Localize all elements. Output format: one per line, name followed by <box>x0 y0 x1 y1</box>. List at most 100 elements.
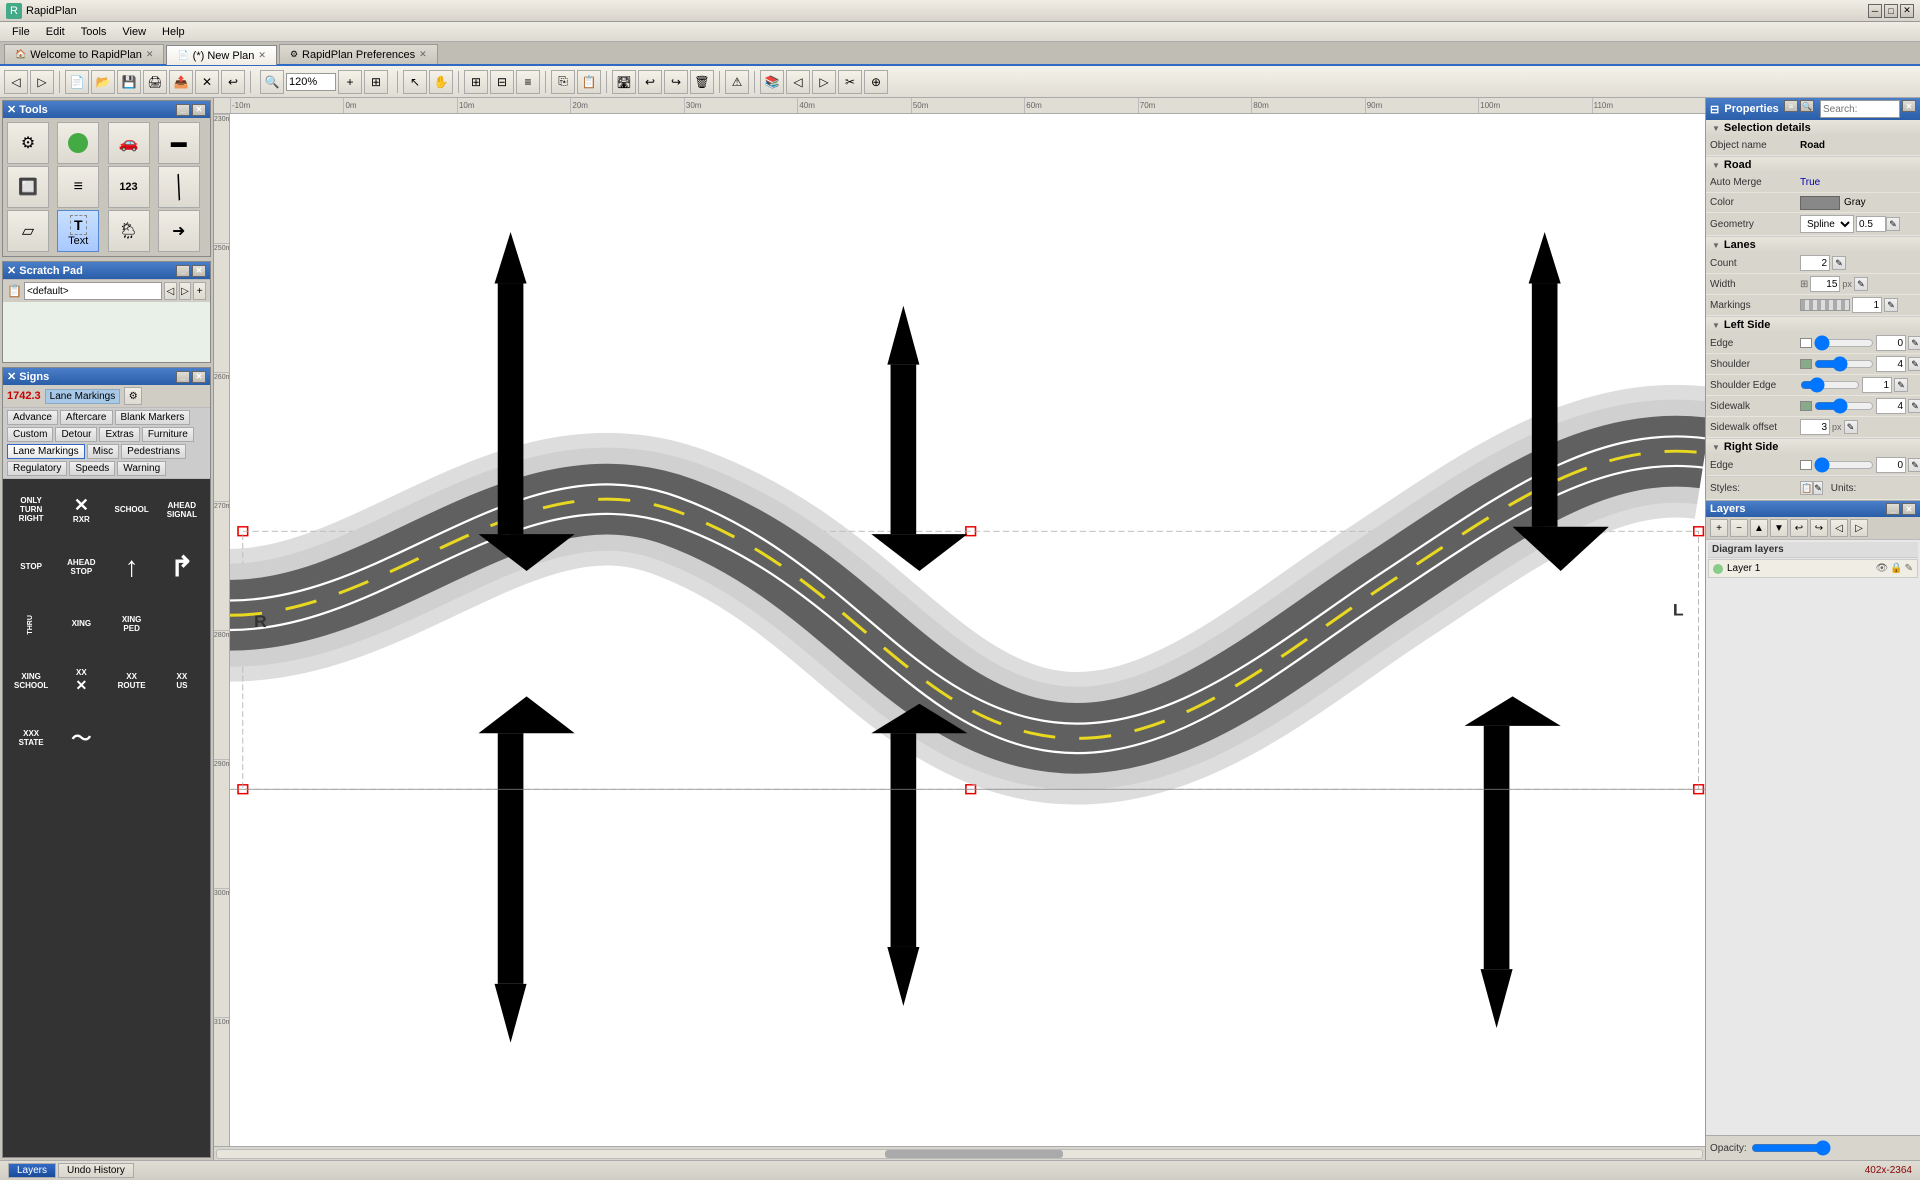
scrollbar-horizontal[interactable] <box>214 1146 1705 1160</box>
tool-weather[interactable]: 🌦 <box>108 210 150 252</box>
zoom-fit[interactable]: ⊞ <box>364 70 388 94</box>
right-edge-color-btn[interactable] <box>1800 460 1812 470</box>
markings-input[interactable] <box>1852 297 1882 313</box>
tool-arrow[interactable]: ➜ <box>158 210 200 252</box>
scratch-back[interactable]: ◁ <box>164 282 177 300</box>
sign-rxr[interactable]: ✕ RXR <box>57 483 105 538</box>
toolbar-close[interactable]: ✕ <box>195 70 219 94</box>
close-welcome-tab[interactable]: ✕ <box>146 49 154 60</box>
toolbar-more1[interactable]: ◁ <box>786 70 810 94</box>
sidewalk-offset-edit-btn[interactable]: ✎ <box>1844 420 1858 434</box>
signs-tab-extras[interactable]: Extras <box>99 427 139 442</box>
toolbar-delete[interactable]: 🗑 <box>690 70 714 94</box>
layer-up[interactable]: ▲ <box>1750 519 1768 537</box>
scratch-panel-minimize[interactable]: _ <box>176 265 190 277</box>
maximize-button[interactable]: □ <box>1884 4 1898 18</box>
props-toolbar-btn1[interactable]: ≡ <box>1784 100 1798 112</box>
tool-line[interactable]: ╱ <box>158 166 200 208</box>
toolbar-back[interactable]: ◁ <box>4 70 28 94</box>
width-input[interactable] <box>1810 276 1840 292</box>
layers-panel-minimize[interactable]: _ <box>1886 503 1900 515</box>
toolbar-more2[interactable]: ▷ <box>812 70 836 94</box>
sign-empty[interactable] <box>158 597 206 652</box>
layer-edit-icon[interactable]: ✎ <box>1905 563 1913 574</box>
left-edge-edit-btn[interactable]: ✎ <box>1908 336 1920 350</box>
status-tab-undo[interactable]: Undo History <box>58 1163 134 1178</box>
right-edge-slider[interactable] <box>1814 460 1874 470</box>
styles-btn2[interactable]: ✎ <box>1813 481 1823 495</box>
signs-tab-advance[interactable]: Advance <box>7 410 58 425</box>
toolbar-save[interactable]: 💾 <box>117 70 141 94</box>
tool-lane[interactable]: ≡ <box>57 166 99 208</box>
sign-xing-ped[interactable]: XINGPED <box>108 597 156 652</box>
signs-tab-blank[interactable]: Blank Markers <box>115 410 191 425</box>
shoulder-slider[interactable] <box>1814 359 1874 369</box>
shoulder-edge-slider[interactable] <box>1800 380 1860 390</box>
zoom-in[interactable]: + <box>338 70 362 94</box>
layer-down[interactable]: ▼ <box>1770 519 1788 537</box>
sign-xx-route[interactable]: XXROUTE <box>108 654 156 709</box>
layer-1-item[interactable]: Layer 1 👁 🔒 ✎ <box>1708 559 1918 578</box>
sign-ahead-signal[interactable]: AHEADSIGNAL <box>158 483 206 538</box>
shoulder-color-btn[interactable] <box>1800 359 1812 369</box>
scratch-panel-close[interactable]: ✕ <box>192 265 206 277</box>
close-new-plan-tab[interactable]: ✕ <box>258 50 266 61</box>
sign-stop[interactable]: STOP <box>7 540 55 595</box>
signs-tab-warning[interactable]: Warning <box>117 461 166 476</box>
layer-undo[interactable]: ↩ <box>1790 519 1808 537</box>
signs-tab-misc[interactable]: Misc <box>87 444 120 459</box>
sign-school[interactable]: SCHOOL <box>108 483 156 538</box>
sidewalk-offset-input[interactable] <box>1800 419 1830 435</box>
toolbar-more3[interactable]: ⊕ <box>864 70 888 94</box>
toolbar-redo[interactable]: ↪ <box>664 70 688 94</box>
count-input[interactable] <box>1800 255 1830 271</box>
tool-barrier[interactable]: ▬ <box>158 122 200 164</box>
layer-delete[interactable]: − <box>1730 519 1748 537</box>
geometry-edit-btn[interactable]: ✎ <box>1886 217 1900 231</box>
toolbar-pointer[interactable]: ↖ <box>403 70 427 94</box>
close-preferences-tab[interactable]: ✕ <box>419 49 427 60</box>
menu-tools[interactable]: Tools <box>73 24 115 40</box>
toolbar-print[interactable]: 🖨 <box>143 70 167 94</box>
tools-panel-minimize[interactable]: _ <box>176 104 190 116</box>
zoom-input[interactable] <box>286 73 336 91</box>
toolbar-layers[interactable]: 📚 <box>760 70 784 94</box>
toolbar-undo[interactable]: ↩ <box>638 70 662 94</box>
tool-area[interactable]: 🔲 <box>7 166 49 208</box>
edge-slider[interactable] <box>1814 338 1874 348</box>
sign-xing-school[interactable]: XINGSCHOOL <box>7 654 55 709</box>
toolbar-pan[interactable]: ✋ <box>429 70 453 94</box>
sidewalk-color-btn[interactable] <box>1800 401 1812 411</box>
toolbar-grid[interactable]: ⊞ <box>464 70 488 94</box>
toolbar-align[interactable]: ≡ <box>516 70 540 94</box>
layer-more2[interactable]: ▷ <box>1850 519 1868 537</box>
shoulder-edge-input[interactable] <box>1862 377 1892 393</box>
properties-search[interactable] <box>1820 100 1900 118</box>
tab-welcome[interactable]: 🏠 Welcome to RapidPlan ✕ <box>4 44 164 64</box>
shoulder-edit-btn[interactable]: ✎ <box>1908 357 1920 371</box>
toolbar-open[interactable]: 📂 <box>91 70 115 94</box>
toolbar-new[interactable]: 📄 <box>65 70 89 94</box>
toolbar-cut[interactable]: ✂ <box>838 70 862 94</box>
close-button[interactable]: ✕ <box>1900 4 1914 18</box>
signs-tab-pedestrians[interactable]: Pedestrians <box>121 444 186 459</box>
tool-polygon[interactable]: ▱ <box>7 210 49 252</box>
tools-panel-close[interactable]: ✕ <box>192 104 206 116</box>
menu-edit[interactable]: Edit <box>38 24 73 40</box>
signs-category[interactable]: Lane Markings <box>45 389 121 404</box>
layer-more1[interactable]: ◁ <box>1830 519 1848 537</box>
props-toolbar-btn2[interactable]: 🔍 <box>1800 100 1814 112</box>
sidewalk-edit-btn[interactable]: ✎ <box>1908 399 1920 413</box>
status-tab-layers[interactable]: Layers <box>8 1163 56 1178</box>
signs-panel-minimize[interactable]: _ <box>176 371 190 383</box>
tool-text[interactable]: T Text <box>57 210 99 252</box>
zoom-out[interactable]: 🔍 <box>260 70 284 94</box>
scrollbar-thumb-h[interactable] <box>885 1150 1063 1158</box>
signs-tab-furniture[interactable]: Furniture <box>142 427 194 442</box>
toolbar-export[interactable]: 📤 <box>169 70 193 94</box>
right-edge-edit-btn[interactable]: ✎ <box>1908 458 1920 472</box>
toolbar-paste[interactable]: 📋 <box>577 70 601 94</box>
toolbar-snap[interactable]: ⊟ <box>490 70 514 94</box>
sign-xing[interactable]: XING <box>57 597 105 652</box>
toolbar-undo-close[interactable]: ↩ <box>221 70 245 94</box>
